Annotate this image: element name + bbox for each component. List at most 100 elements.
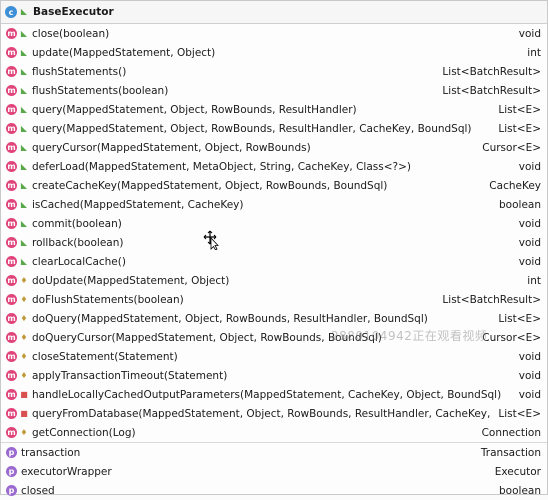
member-signature: doQueryCursor(MappedStatement, Object, R… bbox=[32, 331, 382, 344]
field-item[interactable]: p closed boolean bbox=[1, 481, 547, 500]
method-icon: m bbox=[6, 28, 17, 39]
public-visibility-icon: ◣ bbox=[20, 85, 28, 95]
method-item[interactable]: m ◣ close(boolean) void bbox=[1, 24, 547, 43]
member-type: void bbox=[518, 217, 541, 230]
public-visibility-icon: ◣ bbox=[20, 237, 28, 247]
method-item[interactable]: m ◣ flushStatements() List<BatchResult> bbox=[1, 62, 547, 81]
method-icon: m bbox=[6, 389, 17, 400]
member-type: List<BatchResult> bbox=[442, 65, 541, 78]
method-item[interactable]: m ◣ deferLoad(MappedStatement, MetaObject,… bbox=[1, 157, 547, 176]
member-signature: rollback(boolean) bbox=[32, 236, 124, 249]
member-signature: createCacheKey(MappedStatement, Object, … bbox=[32, 179, 388, 192]
field-icon: p bbox=[6, 447, 17, 458]
member-signature: isCached(MappedStatement, CacheKey) bbox=[32, 198, 244, 211]
method-icon: m bbox=[6, 313, 17, 324]
member-type: boolean bbox=[499, 198, 541, 211]
member-type: void bbox=[518, 369, 541, 382]
method-icon: m bbox=[6, 237, 17, 248]
method-icon: m bbox=[6, 47, 17, 58]
public-visibility-icon: ◣ bbox=[20, 180, 28, 190]
member-signature: flushStatements(boolean) bbox=[32, 84, 169, 97]
member-type: List<E> bbox=[498, 103, 541, 116]
method-item[interactable]: m ◣ isCached(MappedStatement, CacheKey) boo… bbox=[1, 195, 547, 214]
method-icon: m bbox=[6, 85, 17, 96]
member-type: List<E> bbox=[498, 407, 541, 420]
method-icon: m bbox=[6, 199, 17, 210]
protected-visibility-icon: ♦ bbox=[20, 351, 28, 361]
method-item[interactable]: m ◣ queryCursor(MappedStatement, Object, R… bbox=[1, 138, 547, 157]
method-item[interactable]: m ◣ query(MappedStatement, Object, RowBoun… bbox=[1, 100, 547, 119]
public-icon: ◣ bbox=[20, 7, 28, 16]
method-icon: m bbox=[6, 427, 17, 438]
method-icon: m bbox=[6, 332, 17, 343]
member-signature: doUpdate(MappedStatement, Object) bbox=[32, 274, 230, 287]
method-item[interactable]: m ◣ clearLocalCache() void bbox=[1, 252, 547, 271]
member-type: void bbox=[518, 255, 541, 268]
public-visibility-icon: ◣ bbox=[20, 142, 28, 152]
private-visibility-icon: ■ bbox=[20, 408, 28, 418]
public-visibility-icon: ◣ bbox=[20, 123, 28, 133]
member-type: Cursor<E> bbox=[482, 141, 541, 154]
member-signature: getConnection(Log) bbox=[32, 426, 136, 439]
field-item[interactable]: p transaction Transaction bbox=[1, 443, 547, 462]
member-signature: transaction bbox=[21, 446, 81, 459]
member-signature: handleLocallyCachedOutputParameters(Mapp… bbox=[32, 388, 502, 401]
method-item[interactable]: m ◣ createCacheKey(MappedStatement, Object… bbox=[1, 176, 547, 195]
member-signature: doQuery(MappedStatement, Object, RowBoun… bbox=[32, 312, 428, 325]
protected-visibility-icon: ♦ bbox=[20, 294, 28, 304]
member-type: Cursor<E> bbox=[482, 331, 541, 344]
member-type: int bbox=[527, 46, 541, 59]
method-icon: m bbox=[6, 370, 17, 381]
member-type: void bbox=[518, 388, 541, 401]
member-list: m ◣ close(boolean) void m ◣ update(MappedState… bbox=[1, 24, 547, 442]
method-item[interactable]: m ♦ doQueryCursor(MappedStatement, Object,… bbox=[1, 328, 547, 347]
method-icon: m bbox=[6, 408, 17, 419]
method-item[interactable]: m ♦ applyTransactionTimeout(Statement) void bbox=[1, 366, 547, 385]
move-cursor-icon bbox=[203, 230, 219, 250]
member-signature: queryCursor(MappedStatement, Object, Row… bbox=[32, 141, 311, 154]
method-item[interactable]: m ◣ rollback(boolean) void bbox=[1, 233, 547, 252]
member-signature: doFlushStatements(boolean) bbox=[32, 293, 184, 306]
member-type: List<E> bbox=[498, 312, 541, 325]
member-type: void bbox=[518, 350, 541, 363]
member-signature: close(boolean) bbox=[32, 27, 110, 40]
member-signature: queryFromDatabase(MappedStatement, Objec… bbox=[32, 407, 491, 420]
method-icon: m bbox=[6, 275, 17, 286]
method-icon: m bbox=[6, 218, 17, 229]
member-type: void bbox=[518, 236, 541, 249]
public-visibility-icon: ◣ bbox=[20, 199, 28, 209]
member-type: Executor bbox=[494, 465, 541, 478]
field-list: p transaction Transaction p executorWrapper E… bbox=[1, 442, 547, 500]
class-icon: c bbox=[5, 6, 17, 18]
method-item[interactable]: m ♦ doQuery(MappedStatement, Object, RowBo… bbox=[1, 309, 547, 328]
member-type: List<BatchResult> bbox=[442, 84, 541, 97]
field-icon: p bbox=[6, 485, 17, 496]
member-type: Transaction bbox=[480, 446, 541, 459]
private-visibility-icon: ■ bbox=[20, 389, 28, 399]
public-visibility-icon: ◣ bbox=[20, 218, 28, 228]
method-item[interactable]: m ♦ doUpdate(MappedStatement, Object) int bbox=[1, 271, 547, 290]
member-type: void bbox=[518, 160, 541, 173]
method-item[interactable]: m ◣ flushStatements(boolean) List<BatchResu… bbox=[1, 81, 547, 100]
method-item[interactable]: m ■ queryFromDatabase(MappedStatement, Obj… bbox=[1, 404, 547, 423]
method-item[interactable]: m ◣ commit(boolean) void bbox=[1, 214, 547, 233]
method-icon: m bbox=[6, 123, 17, 134]
method-icon: m bbox=[6, 256, 17, 267]
method-item[interactable]: m ■ handleLocallyCachedOutputParameters(Ma… bbox=[1, 385, 547, 404]
class-title: BaseExecutor bbox=[33, 6, 114, 18]
method-item[interactable]: m ◣ query(MappedStatement, Object, RowBoun… bbox=[1, 119, 547, 138]
method-icon: m bbox=[6, 66, 17, 77]
member-signature: clearLocalCache() bbox=[32, 255, 126, 268]
structure-popup: c ◣ BaseExecutor m ◣ close(boolean) void m ◣ u… bbox=[0, 0, 548, 497]
public-visibility-icon: ◣ bbox=[20, 66, 28, 76]
member-signature: deferLoad(MappedStatement, MetaObject, S… bbox=[32, 160, 411, 173]
field-item[interactable]: p executorWrapper Executor bbox=[1, 462, 547, 481]
method-item[interactable]: m ◣ update(MappedStatement, Object) int bbox=[1, 43, 547, 62]
method-item[interactable]: m ♦ getConnection(Log) Connection bbox=[1, 423, 547, 442]
method-item[interactable]: m ♦ doFlushStatements(boolean) List<BatchRe… bbox=[1, 290, 547, 309]
method-icon: m bbox=[6, 351, 17, 362]
method-icon: m bbox=[6, 161, 17, 172]
popup-header: c ◣ BaseExecutor bbox=[1, 1, 547, 24]
field-icon: p bbox=[6, 466, 17, 477]
method-item[interactable]: m ♦ closeStatement(Statement) void bbox=[1, 347, 547, 366]
